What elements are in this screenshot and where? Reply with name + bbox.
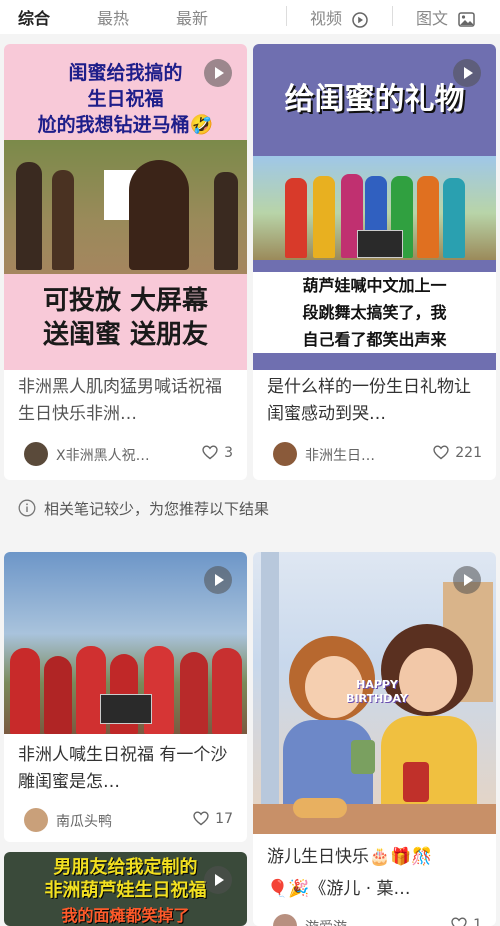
card-cover-image: HAPPY BIRTHDAY bbox=[253, 552, 496, 834]
note-card[interactable]: HAPPY BIRTHDAY 游儿生日快乐🎂🎁🎊 🎈🎉《游儿 · 菓… 游爱游 … bbox=[253, 552, 496, 926]
tab-hot[interactable]: 最热 bbox=[97, 5, 129, 29]
avatar[interactable] bbox=[24, 808, 48, 832]
cover-photo bbox=[253, 156, 496, 260]
cover-caption-line: 生日祝福 bbox=[87, 88, 164, 110]
card-title: 是什么样的一份生日礼物让闺蜜感动到哭… bbox=[267, 377, 471, 424]
like-count-value: 221 bbox=[455, 445, 482, 461]
author-name[interactable]: 南瓜头鸭 bbox=[56, 811, 166, 831]
card-title-line-2: 🎈🎉《游儿 · 菓… bbox=[267, 879, 411, 899]
card-meta: 游爱游 1 bbox=[267, 914, 486, 926]
heart-icon bbox=[202, 445, 218, 460]
like-count-value: 1 bbox=[473, 917, 482, 926]
video-play-icon bbox=[204, 566, 232, 594]
card-title: 游儿生日快乐🎂🎁🎊 bbox=[267, 847, 433, 867]
tab-divider bbox=[286, 6, 287, 26]
tab-new[interactable]: 最新 bbox=[176, 5, 208, 29]
heart-icon bbox=[433, 445, 449, 460]
heart-icon bbox=[193, 811, 209, 826]
like-count[interactable]: 3 bbox=[202, 445, 233, 461]
cover-caption-bottom: 可投放 大屏幕 送闺蜜 送朋友 bbox=[4, 284, 247, 352]
like-count-value: 3 bbox=[224, 445, 233, 461]
like-count[interactable]: 1 bbox=[451, 917, 482, 926]
like-count[interactable]: 17 bbox=[193, 811, 233, 827]
cover-photo bbox=[4, 140, 247, 274]
cover-caption-top: 给闺蜜的礼物 bbox=[284, 82, 465, 117]
avatar[interactable] bbox=[273, 914, 297, 926]
cover-caption-line: 葫芦娃喊中文加上一 bbox=[302, 276, 447, 295]
video-play-icon bbox=[204, 866, 232, 894]
cover-caption-line: 段跳舞太搞笑了，我 bbox=[302, 303, 447, 322]
cover-photo bbox=[4, 642, 247, 734]
card-title: 非洲黑人肌肉猛男喊话祝福生日快乐非洲… bbox=[18, 377, 222, 424]
like-count[interactable]: 221 bbox=[433, 445, 482, 461]
card-cover-image: 闺蜜给我搞的 生日祝福 尬的我想钻进马桶🤣 可投放 大屏幕 送闺蜜 送朋友 bbox=[4, 44, 247, 370]
tab-image[interactable]: 图文 bbox=[416, 5, 475, 29]
author-name[interactable]: X非洲黑人祝… bbox=[56, 445, 186, 465]
recommendation-notice: 相关笔记较少，为您推荐以下结果 bbox=[0, 486, 500, 532]
tab-divider bbox=[392, 6, 393, 26]
avatar[interactable] bbox=[273, 442, 297, 466]
cover-caption-line: 尬的我想钻进马桶🤣 bbox=[37, 114, 214, 136]
cover-birthday-text: HAPPY BIRTHDAY bbox=[346, 678, 408, 705]
card-meta: 非洲生日… 221 bbox=[267, 442, 486, 468]
video-play-icon bbox=[453, 566, 481, 594]
card-title: 非洲人喊生日祝福 有一个沙雕闺蜜是怎… bbox=[18, 745, 228, 792]
tab-all[interactable]: 综合 bbox=[18, 5, 50, 29]
author-name[interactable]: 非洲生日… bbox=[305, 445, 405, 465]
card-cover-image: 给闺蜜的礼物 葫芦娃喊中文加上一 段跳舞太搞笑了，我 自己看了都笑出声来 bbox=[253, 44, 496, 370]
cover-caption-bottom: 葫芦娃喊中文加上一 段跳舞太搞笑了，我 自己看了都笑出声来 bbox=[253, 272, 496, 353]
image-icon bbox=[458, 12, 475, 27]
note-card[interactable]: 非洲人喊生日祝福 有一个沙雕闺蜜是怎… 南瓜头鸭 17 bbox=[4, 552, 247, 842]
cover-caption-line: 送闺蜜 送朋友 bbox=[42, 320, 209, 350]
video-play-icon bbox=[204, 59, 232, 87]
card-meta: 南瓜头鸭 17 bbox=[18, 808, 237, 834]
author-name[interactable]: 游爱游 bbox=[305, 917, 405, 926]
tab-video-label: 视频 bbox=[310, 9, 343, 28]
info-icon bbox=[18, 499, 36, 517]
play-circle-icon bbox=[352, 11, 368, 28]
cover-caption-line: 可投放 大屏幕 bbox=[42, 286, 209, 316]
cover-caption-line: 自己看了都笑出声来 bbox=[302, 330, 447, 349]
avatar[interactable] bbox=[24, 442, 48, 466]
like-count-value: 17 bbox=[215, 811, 233, 827]
cover-caption-bottom: 我的面瘫都笑掉了 bbox=[61, 906, 190, 925]
card-meta: X非洲黑人祝… 3 bbox=[18, 442, 237, 468]
search-results-page: 综合 最热 最新 视频 图文 闺蜜给我搞的 生日祝福 尬的我想钻进马桶🤣 可投放… bbox=[0, 0, 500, 926]
heart-icon bbox=[451, 917, 467, 926]
tab-video[interactable]: 视频 bbox=[310, 5, 368, 29]
video-play-icon bbox=[453, 59, 481, 87]
note-card[interactable]: 闺蜜给我搞的 生日祝福 尬的我想钻进马桶🤣 可投放 大屏幕 送闺蜜 送朋友 非洲… bbox=[4, 44, 247, 480]
recommendation-notice-text: 相关笔记较少，为您推荐以下结果 bbox=[44, 500, 270, 518]
note-card[interactable]: 男朋友给我定制的 非洲葫芦娃生日祝福 我的面瘫都笑掉了 bbox=[4, 852, 247, 926]
tab-image-label: 图文 bbox=[416, 9, 449, 28]
note-card[interactable]: 给闺蜜的礼物 葫芦娃喊中文加上一 段跳舞太搞笑了，我 自己看了都笑出声来 是什么… bbox=[253, 44, 496, 480]
filter-tab-bar: 综合 最热 最新 视频 图文 bbox=[0, 0, 500, 34]
